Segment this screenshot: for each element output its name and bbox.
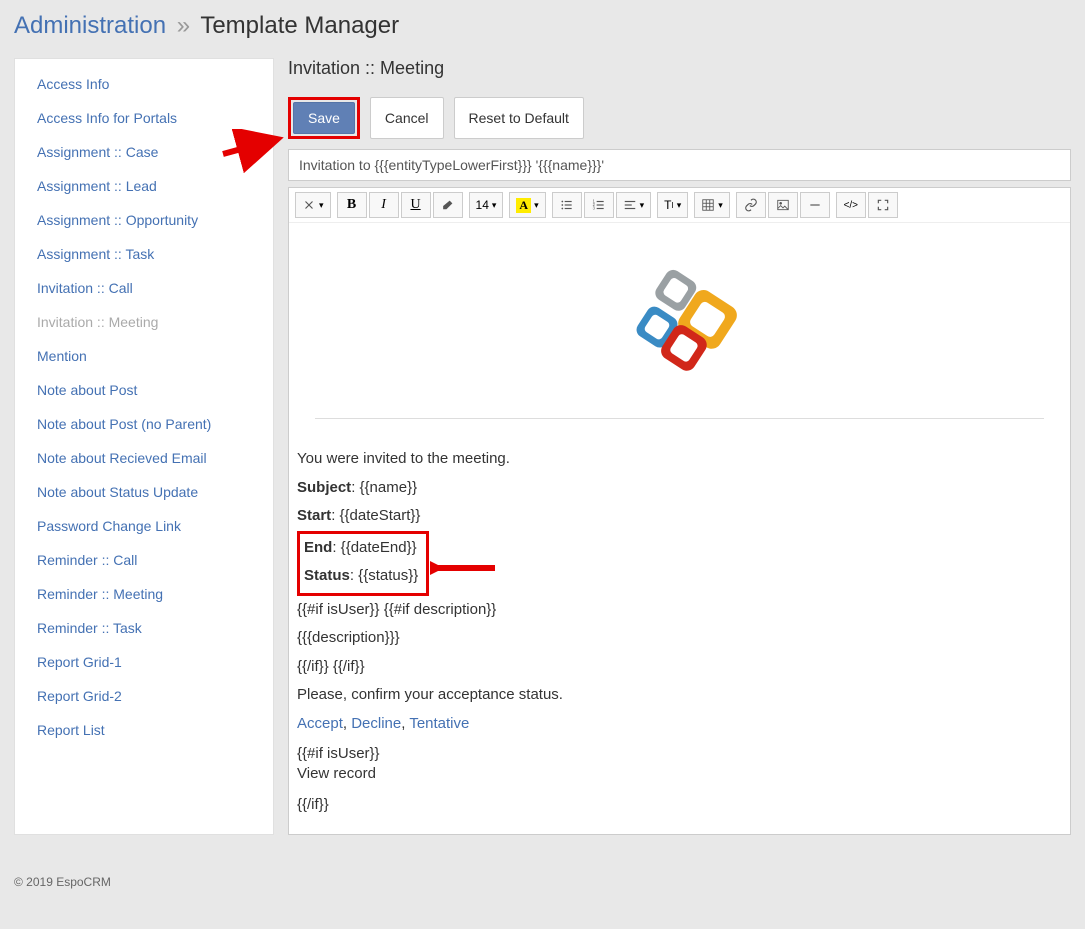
sidebar-item-4[interactable]: Assignment :: Opportunity — [15, 203, 273, 237]
sidebar-item-6[interactable]: Invitation :: Call — [15, 271, 273, 305]
sidebar-item-1[interactable]: Access Info for Portals — [15, 101, 273, 135]
italic-button[interactable]: I — [369, 192, 399, 218]
align-dropdown[interactable]: ▾ — [616, 192, 652, 218]
body-desc: {{{description}}} — [297, 624, 1062, 653]
body-end: End: {{dateEnd}} — [304, 534, 418, 563]
cancel-button[interactable]: Cancel — [370, 97, 444, 139]
body-confirm: Please, confirm your acceptance status. — [297, 681, 1062, 710]
style-dropdown[interactable]: ▾ — [295, 192, 331, 218]
editor-toolbar: ▾ B I U 14▾ A▾ — [289, 188, 1070, 223]
fontsize-dropdown[interactable]: 14▾ — [469, 192, 504, 218]
link-button[interactable] — [736, 192, 766, 218]
divider — [315, 418, 1044, 419]
body-endif2: {{/if}} — [297, 791, 1062, 820]
body-view: View record — [297, 764, 1062, 784]
code-view-button[interactable]: </> — [836, 192, 866, 218]
table-dropdown[interactable]: ▾ — [694, 192, 730, 218]
text-style-dropdown[interactable]: TI▾ — [657, 192, 688, 218]
editor: ▾ B I U 14▾ A▾ — [288, 187, 1071, 835]
body-start: Start: {{dateStart}} — [297, 502, 1062, 531]
body-endif: {{/if}} {{/if}} — [297, 653, 1062, 682]
sidebar-item-15[interactable]: Reminder :: Meeting — [15, 577, 273, 611]
body-text: You were invited to the meeting. — [297, 445, 1062, 474]
end-status-highlight: End: {{dateEnd}} Status: {{status}} — [297, 531, 429, 596]
body-ifuser2: {{#if isUser}} — [297, 744, 1062, 764]
main-title: Invitation :: Meeting — [288, 58, 1071, 79]
sidebar-item-7[interactable]: Invitation :: Meeting — [15, 305, 273, 339]
subject-input[interactable] — [288, 149, 1071, 181]
color-dropdown[interactable]: A▾ — [509, 192, 545, 218]
editor-body[interactable]: You were invited to the meeting. Subject… — [289, 223, 1070, 834]
fullscreen-button[interactable] — [868, 192, 898, 218]
sidebar-item-18[interactable]: Report Grid-2 — [15, 679, 273, 713]
sidebar-item-2[interactable]: Assignment :: Case — [15, 135, 273, 169]
accept-link[interactable]: Accept — [297, 715, 343, 732]
decline-link[interactable]: Decline — [351, 715, 401, 732]
body-status: Status: {{status}} — [304, 562, 418, 591]
body-subject: Subject: {{name}} — [297, 474, 1062, 503]
sidebar-item-14[interactable]: Reminder :: Call — [15, 543, 273, 577]
sidebar-item-5[interactable]: Assignment :: Task — [15, 237, 273, 271]
template-logo — [295, 245, 1064, 388]
sidebar-item-17[interactable]: Report Grid-1 — [15, 645, 273, 679]
hr-button[interactable] — [800, 192, 830, 218]
sidebar: Access InfoAccess Info for PortalsAssign… — [14, 58, 274, 835]
sidebar-item-0[interactable]: Access Info — [15, 67, 273, 101]
bold-button[interactable]: B — [337, 192, 367, 218]
breadcrumb-root[interactable]: Administration — [14, 12, 166, 39]
action-row: Save Cancel Reset to Default — [288, 97, 1071, 139]
save-button[interactable]: Save — [293, 102, 355, 134]
sidebar-item-11[interactable]: Note about Recieved Email — [15, 441, 273, 475]
sidebar-item-9[interactable]: Note about Post — [15, 373, 273, 407]
breadcrumb: Administration » Template Manager — [14, 12, 1071, 40]
footer-text: © 2019 EspoCRM — [14, 875, 1071, 889]
tentative-link[interactable]: Tentative — [409, 715, 469, 732]
main-panel: Invitation :: Meeting Save Cancel Reset … — [288, 58, 1071, 835]
body-links: Accept, Decline, Tentative — [297, 710, 1062, 739]
sidebar-item-13[interactable]: Password Change Link — [15, 509, 273, 543]
image-button[interactable] — [768, 192, 798, 218]
ul-button[interactable] — [552, 192, 582, 218]
sidebar-item-8[interactable]: Mention — [15, 339, 273, 373]
breadcrumb-current: Template Manager — [200, 12, 399, 39]
eraser-button[interactable] — [433, 192, 463, 218]
breadcrumb-sep: » — [177, 12, 190, 39]
sidebar-item-16[interactable]: Reminder :: Task — [15, 611, 273, 645]
sidebar-item-19[interactable]: Report List — [15, 713, 273, 747]
ol-button[interactable]: 123 — [584, 192, 614, 218]
reset-button[interactable]: Reset to Default — [454, 97, 584, 139]
sidebar-item-12[interactable]: Note about Status Update — [15, 475, 273, 509]
body-ifuser: {{#if isUser}} {{#if description}} — [297, 596, 1062, 625]
underline-button[interactable]: U — [401, 192, 431, 218]
sidebar-item-3[interactable]: Assignment :: Lead — [15, 169, 273, 203]
svg-text:3: 3 — [592, 206, 595, 211]
sidebar-item-10[interactable]: Note about Post (no Parent) — [15, 407, 273, 441]
save-highlight: Save — [288, 97, 360, 139]
